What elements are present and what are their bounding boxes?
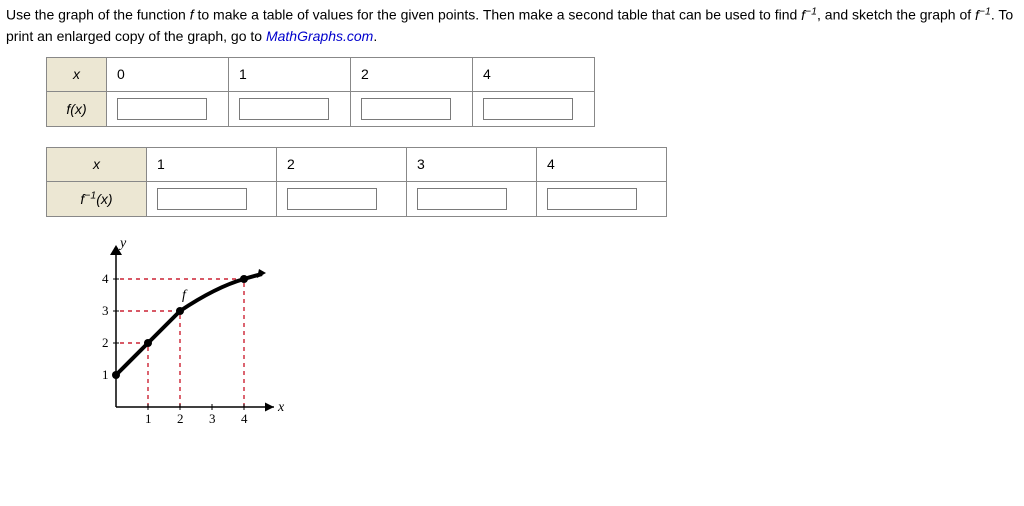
- table-finv: x 1 2 3 4 f−1(x): [46, 147, 667, 217]
- prompt-text-2: to make a table of values for the given …: [194, 7, 802, 23]
- prompt-text-3: , and sketch the graph of: [817, 7, 975, 23]
- prompt-text-5: .: [373, 28, 377, 44]
- table2-cell-x2: 3: [407, 147, 537, 181]
- finv-input-0[interactable]: [157, 188, 247, 210]
- table2-header-finv: f−1(x): [47, 181, 147, 216]
- table2-header-x: x: [47, 147, 147, 181]
- mathgraphs-link[interactable]: MathGraphs.com: [266, 28, 373, 44]
- graph-svg: y x f 1 2 3 4 1 2 3 4: [86, 237, 286, 437]
- prompt-text-1: Use the graph of the function: [6, 7, 190, 23]
- svg-text:4: 4: [102, 271, 109, 286]
- table-row: x 1 2 3 4: [47, 147, 667, 181]
- axis-labels: y x f: [118, 237, 285, 415]
- prompt-finv2: f−1: [975, 7, 991, 23]
- fx-input-1[interactable]: [239, 98, 329, 120]
- table-header-fx: f(x): [47, 91, 107, 126]
- svg-text:3: 3: [102, 303, 109, 318]
- table-cell-x3: 4: [473, 57, 595, 91]
- svg-text:1: 1: [102, 367, 109, 382]
- table-row: x 0 1 2 4: [47, 57, 595, 91]
- graph-guidelines: [116, 279, 244, 407]
- finv-input-3[interactable]: [547, 188, 637, 210]
- prompt-finv1: f−1: [801, 7, 817, 23]
- table-header-x: x: [47, 57, 107, 91]
- table-cell-x0: 0: [107, 57, 229, 91]
- table-cell-x1: 1: [229, 57, 351, 91]
- axis-ticks: [113, 279, 244, 410]
- table-f: x 0 1 2 4 f(x): [46, 57, 595, 127]
- svg-text:2: 2: [102, 335, 109, 350]
- curve-label: f: [182, 288, 188, 303]
- finv-input-1[interactable]: [287, 188, 377, 210]
- svg-text:3: 3: [209, 411, 216, 426]
- tick-labels: 1 2 3 4 1 2 3 4: [102, 271, 248, 426]
- fx-input-2[interactable]: [361, 98, 451, 120]
- table2-cell-x3: 4: [537, 147, 667, 181]
- table2-cell-x1: 2: [277, 147, 407, 181]
- function-graph: y x f 1 2 3 4 1 2 3 4: [86, 237, 286, 437]
- svg-text:2: 2: [177, 411, 184, 426]
- curve-arrow-icon: [257, 269, 266, 278]
- curve-f: [116, 274, 262, 375]
- finv-input-2[interactable]: [417, 188, 507, 210]
- svg-text:4: 4: [241, 411, 248, 426]
- fx-input-3[interactable]: [483, 98, 573, 120]
- question-prompt: Use the graph of the function f to make …: [6, 4, 1018, 47]
- svg-text:1: 1: [145, 411, 152, 426]
- table-row: f(x): [47, 91, 595, 126]
- y-axis-label: y: [118, 237, 127, 251]
- table-row: f−1(x): [47, 181, 667, 216]
- table-cell-x2: 2: [351, 57, 473, 91]
- x-axis-label: x: [277, 400, 285, 415]
- fx-input-0[interactable]: [117, 98, 207, 120]
- table2-cell-x0: 1: [147, 147, 277, 181]
